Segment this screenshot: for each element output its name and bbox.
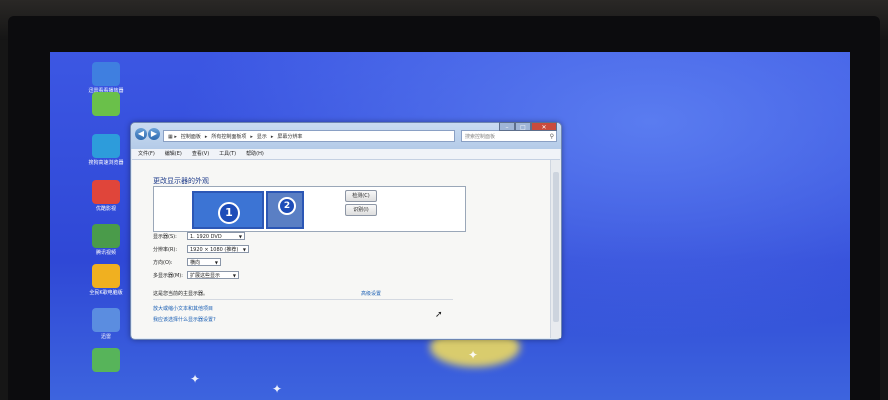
- window-content: 更改显示器的外观 1 2 检测(C) 识别(I) 显示器(S): 1. 1920…: [132, 160, 550, 338]
- forward-button[interactable]: ▶: [148, 128, 160, 140]
- desktop-app-icon[interactable]: [92, 348, 120, 372]
- breadcrumb-item[interactable]: 所有控制面板项: [211, 134, 246, 140]
- wallpaper-sparkle: ✦: [468, 348, 479, 362]
- monitor-2[interactable]: 2: [266, 191, 304, 229]
- breadcrumb-item[interactable]: 控制面板: [181, 134, 201, 140]
- close-button[interactable]: ✕: [531, 122, 557, 131]
- desktop-app-label: 腾讯视频: [95, 250, 116, 256]
- display-label: 显示器(S):: [153, 234, 177, 240]
- breadcrumb-arrow-icon: ▸: [270, 134, 274, 140]
- desktop-app-icon[interactable]: [92, 308, 120, 332]
- primary-display-note: 这是您当前的主显示器。: [153, 291, 209, 297]
- minimize-button[interactable]: –: [499, 122, 515, 131]
- chevron-down-icon: ▼: [238, 234, 242, 239]
- menu-bar: 文件(F) 编辑(E) 查看(V) 工具(T) 帮助(H): [132, 149, 560, 160]
- wallpaper-sparkle: ✦: [272, 382, 283, 396]
- folder-icon: ▦ ▸: [168, 134, 177, 140]
- detect-button[interactable]: 检测(C): [345, 190, 377, 202]
- menu-tools[interactable]: 工具(T): [219, 151, 236, 157]
- advanced-settings-link[interactable]: 高级设置: [361, 290, 381, 297]
- menu-file[interactable]: 文件(F): [138, 151, 155, 157]
- display-select[interactable]: 1. 1920 DVD ▼: [187, 232, 245, 240]
- chevron-down-icon: ▼: [242, 247, 246, 252]
- screen-resolution-window[interactable]: ◀ ▶ ▦ ▸ 控制面板 ▸ 所有控制面板项 ▸ 显示 ▸ 屏幕分辨率 搜索控制面板 ⚲ – …: [130, 122, 562, 340]
- resolution-value: 1920 × 1080 (推荐): [190, 247, 239, 253]
- address-bar[interactable]: ▦ ▸ 控制面板 ▸ 所有控制面板项 ▸ 显示 ▸ 屏幕分辨率: [163, 130, 455, 142]
- chevron-down-icon: ▼: [214, 260, 218, 265]
- orientation-select[interactable]: 横向 ▼: [187, 258, 221, 266]
- window-titlebar[interactable]: ◀ ▶ ▦ ▸ 控制面板 ▸ 所有控制面板项 ▸ 显示 ▸ 屏幕分辨率 搜索控制面板 ⚲ – …: [131, 122, 561, 149]
- desktop-app-icon[interactable]: [92, 264, 120, 288]
- divider: [153, 299, 453, 300]
- search-placeholder: 搜索控制面板: [465, 134, 496, 140]
- wallpaper-sparkle: ✦: [190, 372, 201, 386]
- desktop-app-label: 迅雷: [100, 334, 111, 340]
- orientation-value: 横向: [190, 260, 201, 266]
- breadcrumb-item[interactable]: 屏幕分辨率: [277, 134, 302, 140]
- menu-view[interactable]: 查看(V): [192, 151, 209, 157]
- display-value: 1. 1920 DVD: [190, 234, 222, 240]
- maximize-button[interactable]: □: [515, 122, 531, 131]
- desktop-app-icon[interactable]: [92, 180, 120, 204]
- identify-button[interactable]: 识别(I): [345, 204, 377, 216]
- text-size-link[interactable]: 放大或缩小文本和其他项目: [153, 305, 213, 312]
- page-title: 更改显示器的外观: [153, 177, 209, 185]
- back-button[interactable]: ◀: [135, 128, 147, 140]
- orientation-label: 方向(O):: [153, 260, 173, 266]
- monitor-number: 1: [218, 202, 240, 224]
- breadcrumb-arrow-icon: ▸: [204, 134, 208, 140]
- scrollbar-thumb[interactable]: [553, 172, 559, 322]
- breadcrumb-item[interactable]: 显示: [257, 134, 267, 140]
- multiple-displays-label: 多显示器(M):: [153, 273, 183, 279]
- desktop-app-icon[interactable]: [92, 92, 120, 116]
- resolution-select[interactable]: 1920 × 1080 (推荐) ▼: [187, 245, 249, 253]
- menu-help[interactable]: 帮助(H): [246, 151, 264, 157]
- display-help-link[interactable]: 我应该选择什么显示器设置?: [153, 316, 216, 323]
- mouse-cursor-icon: ➚: [435, 310, 443, 320]
- menu-edit[interactable]: 编辑(E): [165, 151, 182, 157]
- multiple-displays-select[interactable]: 扩展这些显示 ▼: [187, 271, 239, 279]
- desktop-app-label: 搜狗高速浏览器: [88, 160, 124, 166]
- breadcrumb-arrow-icon: ▸: [250, 134, 253, 140]
- desktop-app-icon[interactable]: [92, 134, 120, 158]
- chevron-down-icon: ▼: [232, 273, 236, 278]
- desktop-app-icon[interactable]: [92, 62, 120, 86]
- monitor-number: 2: [278, 197, 296, 215]
- resolution-label: 分辨率(R):: [153, 247, 178, 253]
- search-icon[interactable]: ⚲: [550, 131, 554, 143]
- desktop-app-icon[interactable]: [92, 224, 120, 248]
- multiple-displays-value: 扩展这些显示: [190, 273, 221, 279]
- vertical-scrollbar[interactable]: [550, 160, 561, 338]
- desktop-screen: ✦ ✦ ✦ 迅雷看看播放器 搜狗高速浏览器 优酷影视 腾讯视频 全民K歌电脑版 迅雷 ◀ …: [50, 52, 850, 400]
- desktop-app-label: 全民K歌电脑版: [89, 290, 123, 296]
- monitor-arrangement-panel: 1 2 检测(C) 识别(I): [153, 186, 466, 232]
- monitor-1[interactable]: 1: [192, 191, 264, 229]
- desktop-app-label: 优酷影视: [95, 206, 116, 212]
